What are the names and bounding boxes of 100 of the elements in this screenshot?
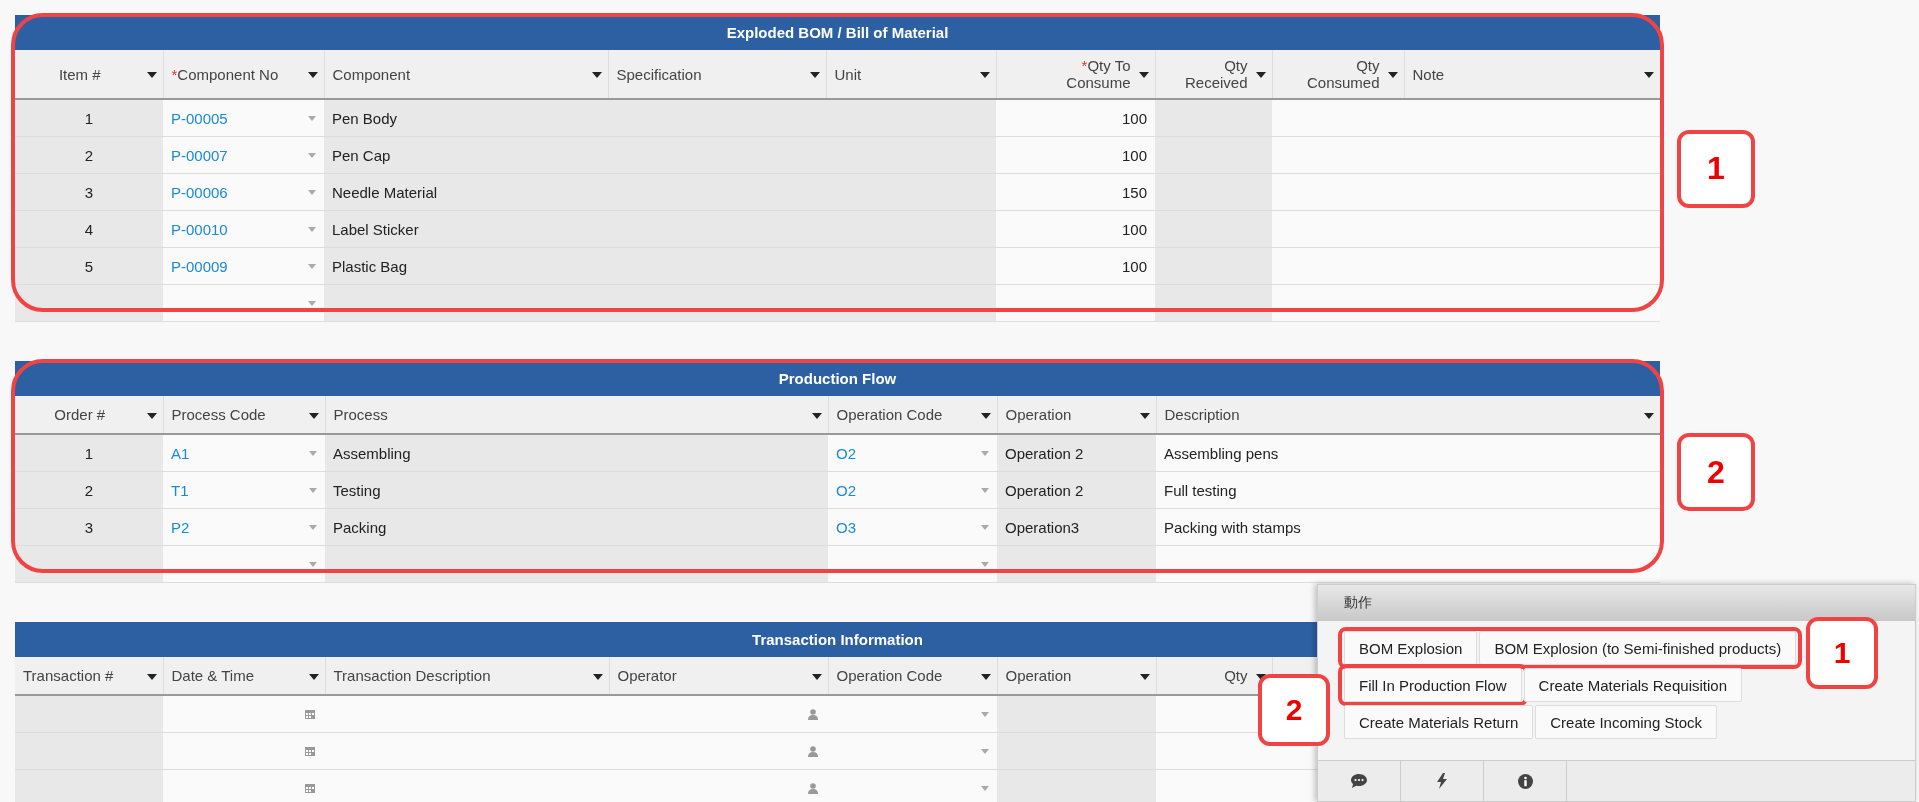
calendar-icon[interactable] (305, 709, 315, 719)
table-cell: O2 (828, 434, 997, 472)
action-button[interactable]: Create Materials Requisition (1523, 668, 1742, 702)
caret-icon[interactable] (309, 451, 317, 456)
caret-icon (1138, 72, 1149, 78)
table-cell: Testing (325, 471, 828, 509)
table-cell: 1 (15, 99, 163, 137)
table-cell: Packing (325, 508, 828, 546)
column-header[interactable]: Process (325, 396, 828, 434)
table-cell: A1 (163, 434, 325, 472)
column-header[interactable]: Transaction # (15, 657, 163, 695)
column-header[interactable]: *Component No (163, 50, 324, 99)
action-button[interactable]: BOM Explosion (1344, 631, 1478, 665)
column-header[interactable]: Description (1156, 396, 1660, 434)
caret-icon (1255, 72, 1266, 78)
caret-icon (308, 673, 319, 680)
column-header[interactable]: Operation Code (828, 396, 997, 434)
caret-icon (1643, 412, 1654, 419)
column-header[interactable]: Qty Received (1155, 50, 1272, 99)
table-title-bar: Production Flow (15, 361, 1660, 396)
table-cell: P-00007 (163, 136, 324, 174)
caret-icon[interactable] (308, 116, 316, 121)
table-cell: Assembling (325, 434, 828, 472)
caret-icon[interactable] (309, 488, 317, 493)
caret-icon[interactable] (981, 786, 989, 791)
caret-icon (1643, 72, 1654, 78)
caret-icon[interactable] (981, 488, 989, 493)
caret-icon[interactable] (309, 562, 317, 567)
table-cell: 100 (996, 99, 1155, 137)
caret-icon[interactable] (308, 153, 316, 158)
table-cell: Pen Cap (324, 136, 608, 174)
table-cell: P-00006 (163, 173, 324, 211)
column-header[interactable]: *Qty To Consume (996, 50, 1155, 99)
caret-icon[interactable] (981, 451, 989, 456)
new-row[interactable] (15, 545, 1660, 583)
callout-badge: 2 (1677, 433, 1755, 511)
action-button[interactable]: Create Materials Return (1344, 705, 1534, 739)
calendar-icon[interactable] (305, 746, 315, 756)
table-cell: P-00005 (163, 99, 324, 137)
caret-icon[interactable] (308, 301, 316, 306)
column-header[interactable]: Qty Consumed (1272, 50, 1404, 99)
table-cell: P-00010 (163, 210, 324, 248)
new-row[interactable] (15, 284, 1660, 322)
table-cell: 150 (996, 173, 1155, 211)
action-button[interactable]: BOM Explosion (to Semi-finished products) (1479, 631, 1797, 665)
column-header[interactable]: Item # (15, 50, 163, 99)
table-cell: Full testing (1156, 471, 1660, 509)
table-cell: Operation3 (997, 508, 1156, 546)
table-cell: 2 (15, 471, 163, 509)
caret-icon (809, 72, 820, 78)
table-cell: Assembling pens (1156, 434, 1660, 472)
action-button[interactable]: Create Incoming Stock (1535, 705, 1717, 739)
table-cell: 1 (15, 434, 163, 472)
callout-badge: 2 (1258, 674, 1330, 746)
caret-icon[interactable] (981, 525, 989, 530)
column-header[interactable]: Order # (15, 396, 163, 434)
caret-icon[interactable] (981, 712, 989, 717)
person-icon[interactable] (808, 709, 818, 720)
caret-icon (591, 72, 602, 78)
table-cell: O3 (828, 508, 997, 546)
table-cell: 3 (15, 508, 163, 546)
column-header[interactable]: Operation Code (828, 657, 997, 695)
caret-icon[interactable] (981, 749, 989, 754)
column-header[interactable]: Operation (997, 396, 1156, 434)
column-header[interactable]: Note (1404, 50, 1660, 99)
calendar-icon[interactable] (305, 783, 315, 793)
action-button[interactable]: Fill In Production Flow (1344, 668, 1522, 702)
caret-icon (146, 673, 157, 680)
caret-icon[interactable] (981, 562, 989, 567)
column-header[interactable]: Unit (826, 50, 996, 99)
column-header[interactable]: Operator (609, 657, 828, 695)
table-cell: P2 (163, 508, 325, 546)
table-cell: 3 (15, 173, 163, 211)
column-header[interactable]: Specification (608, 50, 826, 99)
table-cell: Label Sticker (324, 210, 608, 248)
table-cell: 2 (15, 136, 163, 174)
column-header[interactable]: Process Code (163, 396, 325, 434)
callout-badge: 1 (1806, 617, 1879, 689)
table-cell: T1 (163, 471, 325, 509)
person-icon[interactable] (808, 746, 818, 757)
column-header[interactable]: Operation (997, 657, 1156, 695)
caret-icon (811, 673, 822, 680)
caret-icon[interactable] (308, 264, 316, 269)
table-cell: P-00009 (163, 247, 324, 285)
caret-icon[interactable] (308, 227, 316, 232)
column-header[interactable]: Qty (1156, 657, 1272, 695)
caret-icon (1139, 412, 1150, 419)
column-header[interactable]: Date & Time (163, 657, 325, 695)
caret-icon[interactable] (308, 190, 316, 195)
column-header[interactable]: Transaction Description (325, 657, 609, 695)
person-icon[interactable] (808, 783, 818, 794)
chat-bubble-icon (1351, 774, 1367, 788)
column-header[interactable]: Component (324, 50, 608, 99)
table-cell: 4 (15, 210, 163, 248)
table-cell: 100 (996, 210, 1155, 248)
table-cell: O2 (828, 471, 997, 509)
table-cell: Packing with stamps (1156, 508, 1660, 546)
table-cell: Operation 2 (997, 471, 1156, 509)
caret-icon[interactable] (309, 525, 317, 530)
lightning-icon (1437, 773, 1447, 789)
